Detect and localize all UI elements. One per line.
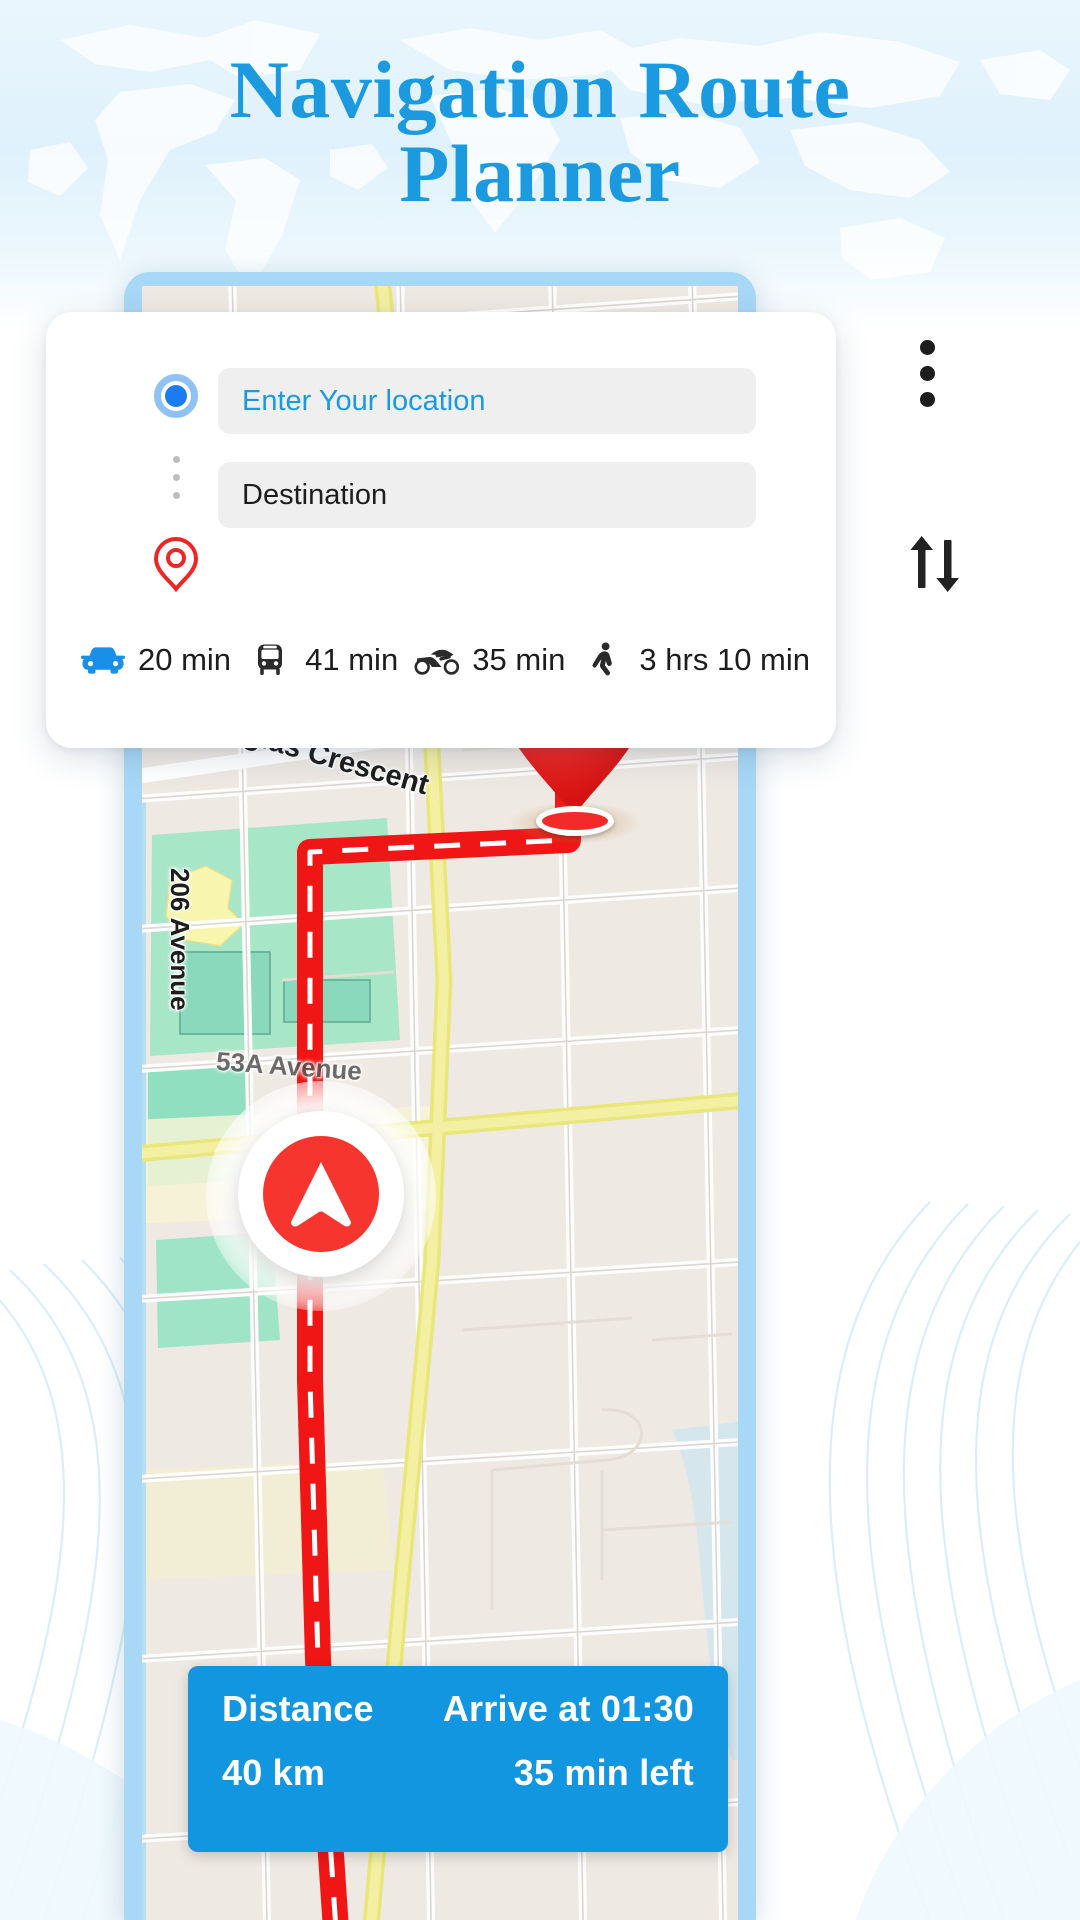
distance-label: Distance [222,1688,374,1729]
mode-motorcycle-label: 35 min [472,642,566,677]
destination-input[interactable]: Destination [218,462,756,528]
mode-bus-label: 41 min [305,642,399,677]
rail-dotted-connector [172,418,180,536]
mode-car[interactable]: 20 min [80,642,231,678]
page-title-line1: Navigation Route [229,44,851,135]
pin-base-ring [536,806,614,836]
map-pin-outline-icon [153,536,199,592]
origin-input[interactable]: Enter Your location [218,368,756,434]
motorcycle-icon [414,642,460,678]
transport-modes: 20 min 41 min 35 min 3 hrs 10 min [80,642,810,678]
kebab-menu-icon[interactable] [920,340,935,407]
bus-icon [247,642,293,678]
mode-motorcycle[interactable]: 35 min [414,642,565,678]
mode-walk-label: 3 hrs 10 min [639,642,810,677]
walking-icon [581,642,627,678]
arrival-label: Arrive at 01:30 [442,1688,694,1729]
page-title: Navigation Route Planner [0,44,1080,220]
swap-vertical-icon[interactable] [900,528,972,600]
car-icon [80,642,126,678]
distance-value: 40 km [222,1752,326,1793]
page-title-line2: Planner [399,128,681,220]
route-info-panel: Distance Arrive at 01:30 40 km 35 min le… [188,1666,728,1852]
route-search-card: Enter Your location Destination 20 min 4… [46,312,836,748]
mode-car-label: 20 min [138,642,232,677]
navigation-button[interactable] [206,1081,436,1311]
route-fields: Enter Your location Destination [218,368,756,528]
origin-destination-rail [148,374,204,592]
mode-walk[interactable]: 3 hrs 10 min [581,642,810,678]
current-location-dot-icon [154,374,198,418]
navigation-arrow-icon [291,1162,351,1227]
mode-bus[interactable]: 41 min [247,642,398,678]
time-left-value: 35 min left [513,1752,694,1793]
